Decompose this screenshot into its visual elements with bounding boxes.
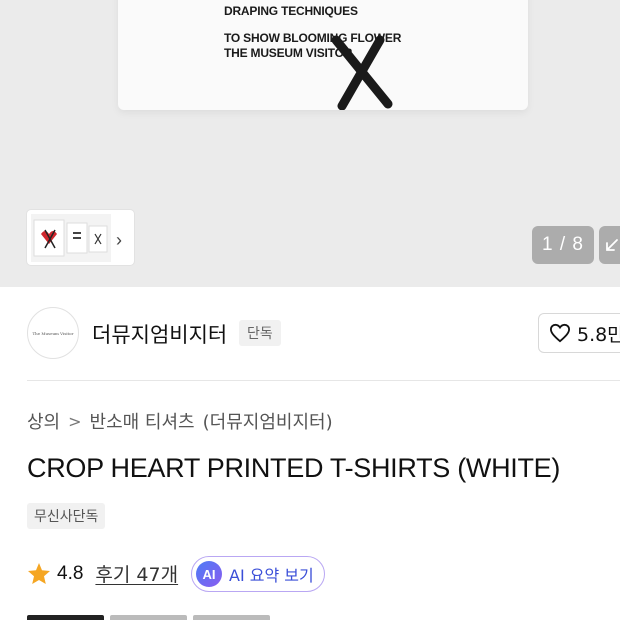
product-image: DRAPING TECHNIQUES TO SHOW BLOOMING FLOW…	[118, 0, 528, 110]
expand-button[interactable]	[599, 226, 620, 264]
star-icon	[28, 563, 50, 584]
like-count: 5.8만	[577, 323, 620, 346]
ai-icon: AI	[196, 561, 222, 587]
breadcrumb-item-subcategory[interactable]: 반소매 티셔츠	[90, 408, 195, 434]
divider	[27, 380, 620, 381]
rating-score: 4.8	[57, 562, 84, 584]
like-button[interactable]: 5.8만	[538, 313, 620, 353]
option-tabs-peek	[27, 615, 270, 620]
expand-icon	[606, 239, 618, 251]
x-graphic	[331, 35, 393, 110]
option-tab[interactable]	[193, 615, 270, 620]
review-count-link[interactable]: 후기 47개	[95, 560, 178, 587]
brand-name[interactable]: 더뮤지엄비지터	[92, 319, 227, 349]
thumbnail-image	[31, 214, 111, 262]
ai-summary-button[interactable]: AI AI 요약 보기	[191, 556, 325, 592]
option-tab[interactable]	[27, 615, 104, 620]
breadcrumb-separator-icon: >	[68, 411, 82, 431]
product-tag: 무신사단독	[27, 503, 106, 529]
ai-summary-label: AI 요약 보기	[229, 566, 314, 585]
exclusive-badge: 단독	[239, 320, 281, 346]
brand-logo[interactable]: The Museum Visitor	[27, 307, 79, 359]
product-image-gallery[interactable]: DRAPING TECHNIQUES TO SHOW BLOOMING FLOW…	[0, 0, 620, 287]
product-title: CROP HEART PRINTED T-SHIRTS (WHITE)	[27, 453, 561, 483]
heart-icon	[549, 323, 571, 343]
thumbnail-next-icon[interactable]: ›	[116, 230, 122, 251]
breadcrumb-item-category[interactable]: 상의	[27, 408, 60, 434]
breadcrumb-item-brand[interactable]: (더뮤지엄비지터)	[203, 408, 333, 434]
image-counter: 1 / 8	[532, 226, 594, 264]
breadcrumb: 상의 > 반소매 티셔츠 (더뮤지엄비지터)	[27, 408, 333, 434]
option-tab[interactable]	[110, 615, 187, 620]
rating-summary: 4.8 후기 47개	[27, 560, 178, 587]
